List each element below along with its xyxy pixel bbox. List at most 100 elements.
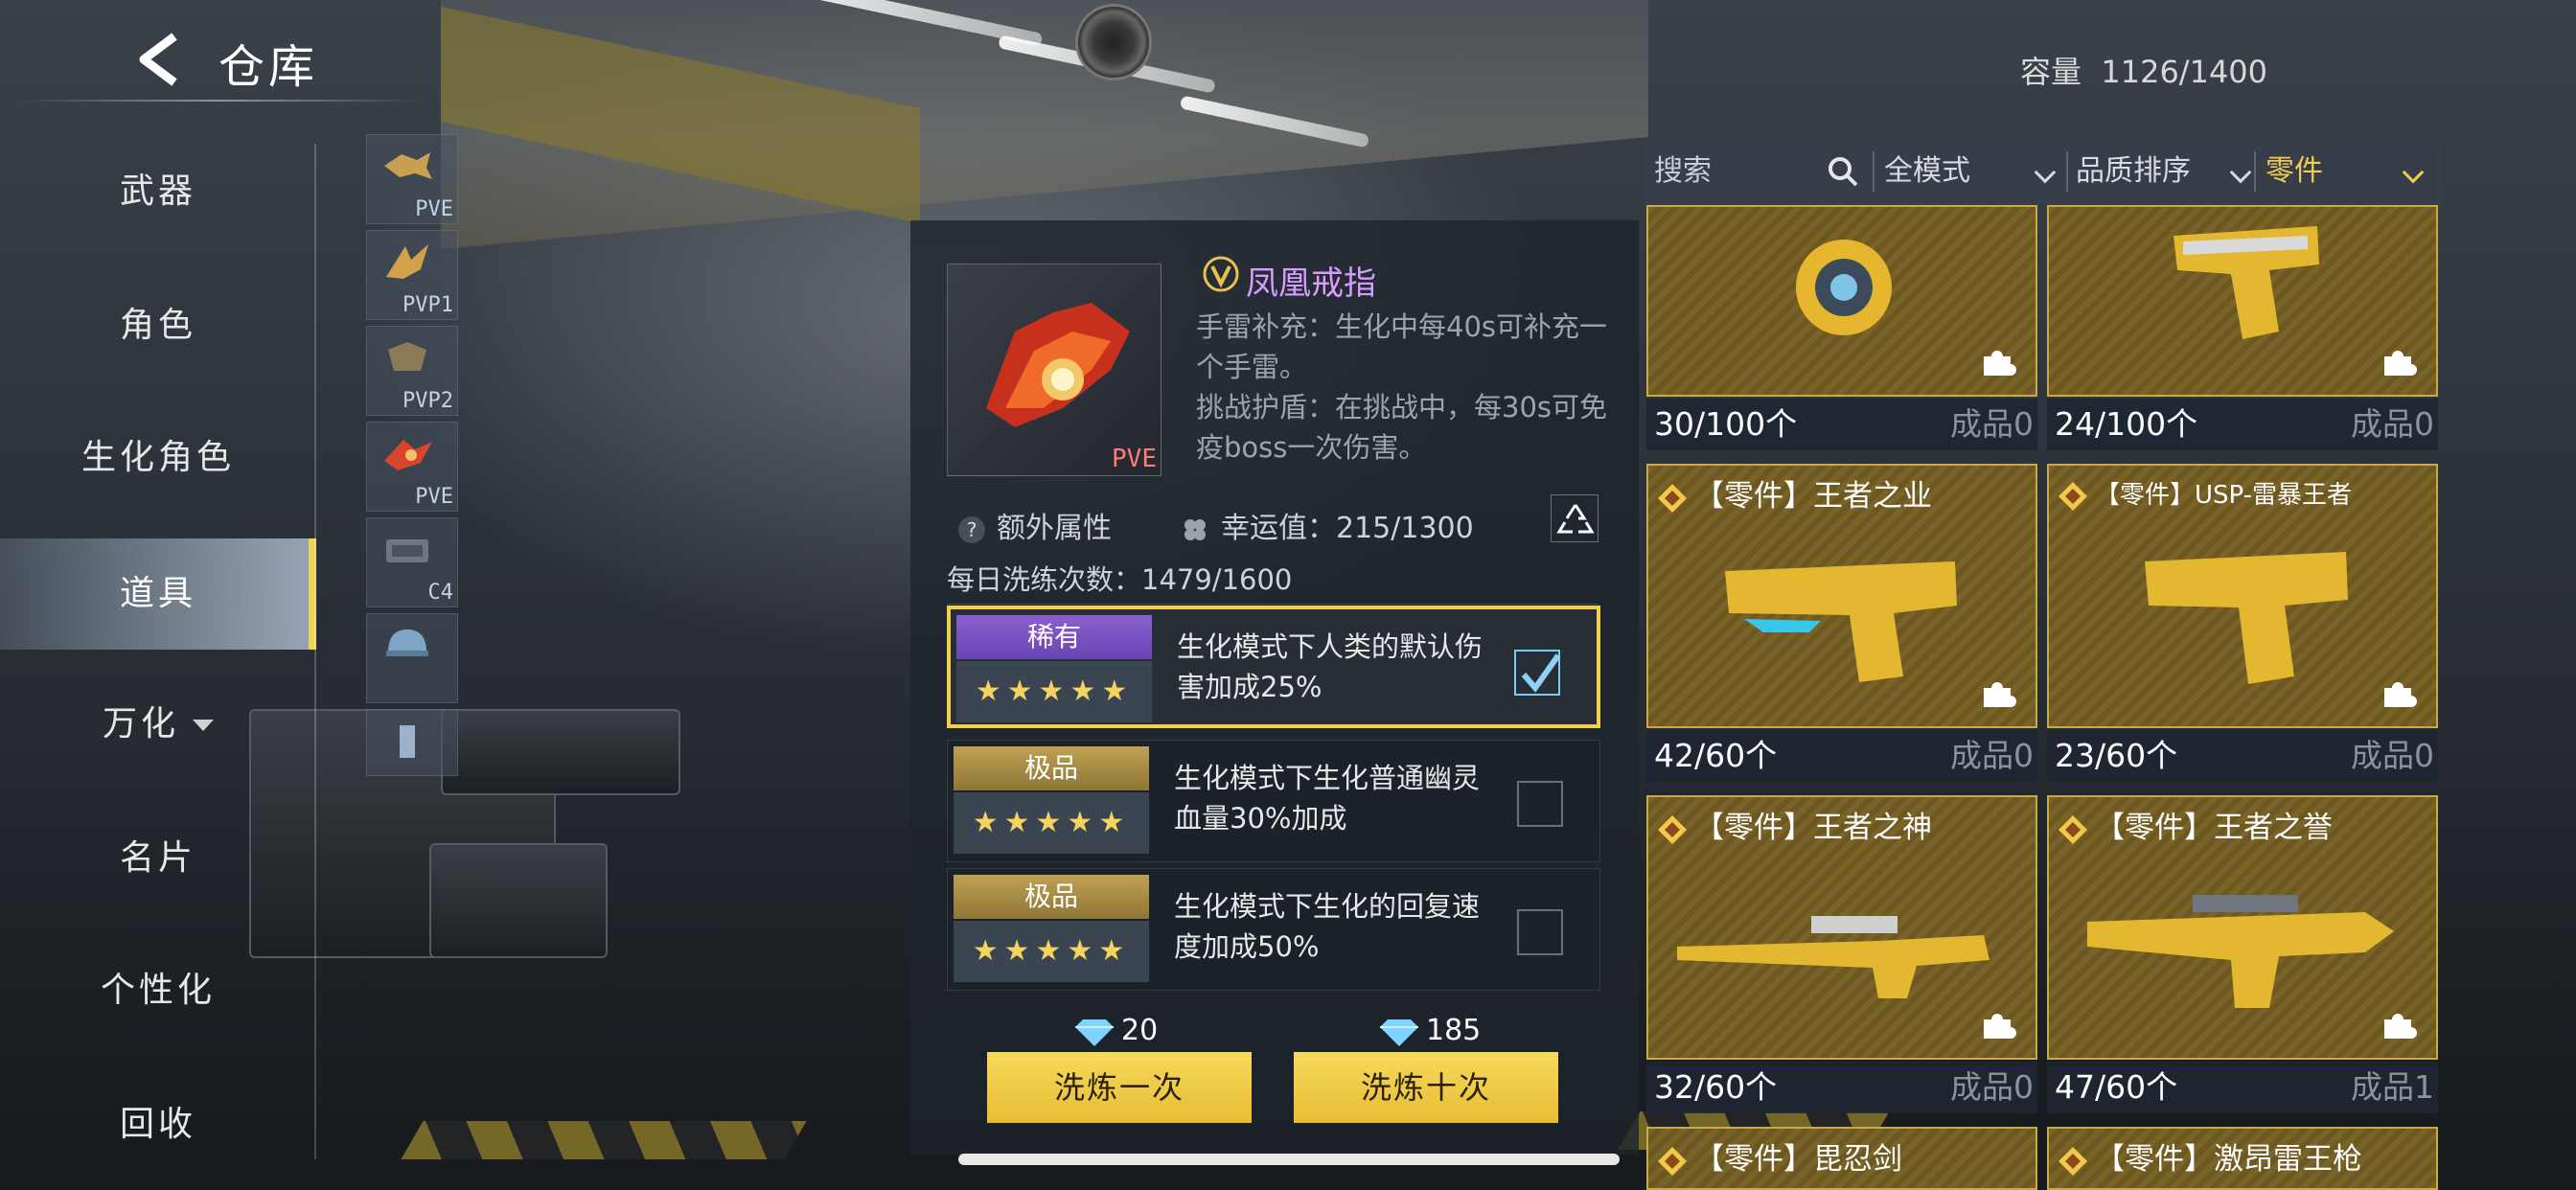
refine-option[interactable]: 极品 ★★★★★ 生化模式下生化普通幽灵血量30%加成 [947, 740, 1600, 862]
item-count: 24/100个 [2055, 405, 2198, 443]
search-input[interactable]: 搜索 [1654, 138, 1712, 205]
floor-hazard-stripe [401, 1121, 807, 1159]
claw-item-icon [388, 342, 426, 371]
subcategory-item[interactable]: PVE [366, 134, 458, 224]
option-checkbox[interactable] [1517, 781, 1563, 827]
checkmark-icon [1521, 653, 1561, 693]
sidebar-item-label: 武器 [119, 172, 196, 211]
vip-rank-icon [1203, 256, 1239, 292]
description-line: 手雷补充：生化中每40s可补充一个手雷。 [1196, 310, 1608, 383]
refine-once-button[interactable]: 洗炼一次 [987, 1052, 1252, 1123]
help-icon: ? [958, 515, 985, 543]
sidebar: 武器 角色 生化角色 道具 万化 名片 个性化 回收 [0, 144, 316, 1190]
item-count-row: 32/60个 成品0 [1646, 1062, 2037, 1113]
extra-attr-label: 额外属性 [997, 512, 1112, 545]
refine-option[interactable]: 稀有 ★★★★★ 生化模式下人类的默认伤害加成25% [947, 606, 1600, 728]
search-icon[interactable] [1827, 155, 1859, 188]
option-checkbox[interactable] [1517, 909, 1563, 955]
inventory-card[interactable]: 【零件】激昂雷王枪 [2047, 1127, 2438, 1190]
subcategory-tag: PVE [415, 485, 453, 509]
rank-emblem-icon [2058, 814, 2087, 844]
sidebar-item-characters[interactable]: 角色 [0, 278, 316, 374]
refine-option[interactable]: 极品 ★★★★★ 生化模式下生化的回复速度加成50% [947, 868, 1600, 991]
finished-count: 成品0 [2351, 405, 2434, 443]
sort-dropdown[interactable]: 品质排序 [2076, 138, 2258, 205]
sidebar-item-label: 万化 [102, 704, 179, 744]
card-title: 【零件】王者之誉 [2057, 803, 2333, 846]
helmet-icon [386, 629, 428, 656]
subcategory-item[interactable] [366, 709, 458, 776]
extra-attributes-info[interactable]: ? 额外属性 [958, 504, 1112, 546]
item-count: 32/60个 [1654, 1068, 1778, 1106]
inventory-card[interactable]: 【零件】王者之业 [1646, 464, 2037, 728]
subcategory-item[interactable] [366, 613, 458, 703]
puzzle-piece-icon [2384, 351, 2417, 376]
sidebar-item-props[interactable]: 道具 [0, 538, 316, 650]
sniper-rifle-icon [1677, 916, 1990, 998]
item-count-row: 23/60个 成品0 [2047, 730, 2438, 782]
subcategory-item[interactable]: C4 [366, 517, 458, 607]
puzzle-piece-icon [1984, 351, 2016, 376]
inventory-card[interactable]: 【零件】USP-雷暴王者 [2047, 464, 2438, 728]
subcategory-item[interactable]: PVP2 [366, 326, 458, 416]
sidebar-item-label: 生化角色 [80, 438, 235, 477]
rank-emblem-icon [1658, 814, 1687, 844]
subcategory-item[interactable]: PVP1 [366, 230, 458, 320]
inventory-card[interactable]: 【零件】毘忍剑 [1646, 1127, 2037, 1190]
back-button[interactable] [130, 29, 186, 90]
mode-label: 全模式 [1884, 154, 1970, 188]
finished-count: 成品0 [1950, 405, 2034, 443]
subcategory-item[interactable]: PVE [366, 422, 458, 512]
option-checkbox[interactable] [1514, 650, 1561, 696]
subcategory-tag: PVP1 [402, 293, 453, 317]
luck-label: 幸运值：215/1300 [1221, 512, 1474, 545]
rank-emblem-icon [1658, 483, 1687, 513]
recycle-button[interactable] [1551, 494, 1598, 542]
inventory-card[interactable]: 【零件】王者之神 [1646, 795, 2037, 1060]
puzzle-piece-icon [1984, 1014, 2016, 1039]
option-description: 生化模式下生化普通幽灵血量30%加成 [1174, 762, 1481, 835]
capacity-value: 1126/1400 [2101, 54, 2268, 90]
inventory-card[interactable] [1646, 205, 2037, 397]
pistol-icon [2174, 226, 2319, 339]
item-image: PVE [947, 263, 1162, 476]
sidebar-item-personalize[interactable]: 个性化 [0, 943, 316, 1039]
pistol-icon [1725, 561, 1957, 682]
card-title-text: 【零件】USP-雷暴王者 [2095, 481, 2353, 510]
filter-bar: 搜索 全模式 品质排序 零件 [1644, 138, 2442, 205]
filter-divider [1873, 151, 1874, 192]
sidebar-item-weapons[interactable]: 武器 [0, 144, 316, 240]
sidebar-item-cards[interactable]: 名片 [0, 811, 316, 906]
item-count: 30/100个 [1654, 405, 1798, 443]
sidebar-divider [314, 144, 316, 1159]
category-label: 零件 [2266, 154, 2323, 188]
grade-badge: 极品 [954, 746, 1149, 790]
caret-down-icon [193, 720, 214, 731]
recycle-icon [1556, 504, 1595, 534]
item-count: 47/60个 [2055, 1068, 2178, 1106]
sidebar-item-zombie-characters[interactable]: 生化角色 [0, 410, 316, 506]
diamond-icon [1380, 1018, 1418, 1046]
home-indicator[interactable] [958, 1154, 1620, 1165]
cost-value: 185 [1426, 1014, 1482, 1047]
puzzle-piece-icon [1984, 682, 2016, 707]
cost-ten: 185 [1380, 1014, 1481, 1047]
crate [429, 843, 608, 958]
chevron-down-icon [2229, 161, 2252, 184]
inventory-card[interactable] [2047, 205, 2438, 397]
item-count-row: 42/60个 成品0 [1646, 730, 2037, 782]
wings-item-icon [386, 244, 428, 279]
item-count-row: 24/100个 成品0 [2047, 399, 2438, 450]
sidebar-item-recycle[interactable]: 回收 [0, 1077, 316, 1173]
inventory-card[interactable]: 【零件】王者之誉 [2047, 795, 2438, 1060]
card-title: 【零件】毘忍剑 [1656, 1134, 1902, 1178]
sidebar-item-wanhua[interactable]: 万化 [0, 676, 316, 772]
refine-ten-button[interactable]: 洗炼十次 [1294, 1052, 1558, 1123]
sort-label: 品质排序 [2076, 154, 2191, 188]
card-title: 【零件】王者之神 [1656, 803, 1932, 846]
star-rating: ★★★★★ [954, 792, 1149, 854]
mode-dropdown[interactable]: 全模式 [1884, 138, 2066, 205]
title-divider [19, 100, 422, 102]
category-dropdown[interactable]: 零件 [2266, 138, 2438, 205]
page-title: 仓库 [218, 40, 319, 94]
